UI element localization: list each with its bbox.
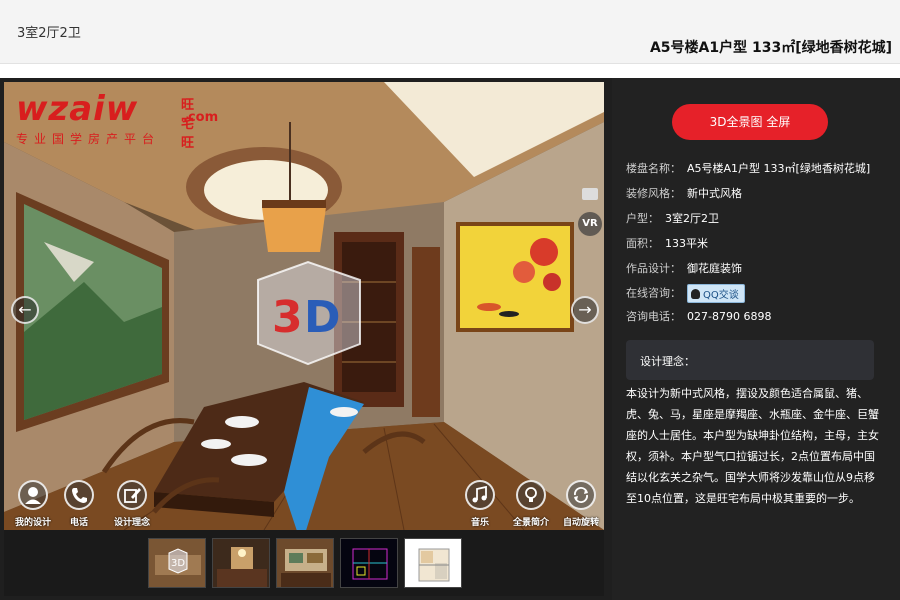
design-concept-button[interactable]: 设计理念 xyxy=(105,480,159,528)
id-card-icon[interactable] xyxy=(582,188,598,200)
qq-chat-button[interactable]: QQ交谈 xyxy=(687,284,745,303)
arrow-right-icon: → xyxy=(578,300,592,319)
panorama-viewer: 3 D wzaiw 旺宅旺 .com 专业国学房产平台 VR ← → 我的设计 … xyxy=(0,78,900,600)
lightbulb-icon xyxy=(516,480,546,510)
panorama-view[interactable]: 3 D wzaiw 旺宅旺 .com 专业国学房产平台 VR ← → 我的设计 … xyxy=(4,82,604,530)
brand-slogan: 专业国学房产平台 xyxy=(16,132,161,146)
svg-text:3: 3 xyxy=(272,292,303,343)
arrow-left-icon: ← xyxy=(18,300,32,319)
info-key: 户型： xyxy=(626,212,659,225)
panorama-intro-label: 全景简介 xyxy=(512,518,549,528)
brand-logo-com: .com xyxy=(183,110,219,125)
phone-label: 电话 xyxy=(69,518,88,528)
top-bar: 3室2厅2卫 A5号楼A1户型 133㎡[绿地香树花城] xyxy=(0,0,900,64)
info-panel: 3D全景图 全屏 楼盘名称： A5号楼A1户型 133㎡[绿地香树花城] 装修风格… xyxy=(612,78,900,600)
info-key: 在线咨询： xyxy=(626,286,681,300)
music-icon xyxy=(465,480,495,510)
design-concept-text: 本设计为新中式风格，摆设及颜色适合属鼠、猪、虎、兔、马，星座是摩羯座、水瓶座、金… xyxy=(626,387,879,505)
info-row-phone: 咨询电话： 027-8790 6898 xyxy=(626,308,771,324)
design-concept-label: 设计理念 xyxy=(113,518,150,528)
info-row-designer: 作品设计： 御花庭装饰 xyxy=(626,260,742,276)
room-tag: 3室2厅2卫 xyxy=(17,26,81,41)
qq-icon xyxy=(691,289,700,299)
info-row-layout: 户型： 3室2厅2卫 xyxy=(626,210,719,226)
fullscreen-button[interactable]: 3D全景图 全屏 xyxy=(672,104,828,140)
info-key: 作品设计： xyxy=(626,262,681,275)
info-row-area: 面积： 133平米 xyxy=(626,235,708,251)
phone-button[interactable]: 电话 xyxy=(52,480,106,528)
next-button[interactable]: → xyxy=(571,296,599,324)
brand-logo: wzaiw 旺宅旺 .com 专业国学房产平台 xyxy=(16,89,218,151)
music-label: 音乐 xyxy=(470,518,489,528)
info-row-style: 装修风格： 新中式风格 xyxy=(626,185,742,201)
info-key: 装修风格： xyxy=(626,187,681,200)
info-value: 027-8790 6898 xyxy=(687,310,772,323)
info-row-project: 楼盘名称： A5号楼A1户型 133㎡[绿地香树花城] xyxy=(626,160,870,176)
panorama-scene[interactable]: 3 D xyxy=(4,82,604,530)
info-value: A5号楼A1户型 133㎡[绿地香树花城] xyxy=(687,162,871,175)
brand-logo-text: wzaiw xyxy=(16,89,139,129)
prev-button[interactable]: ← xyxy=(11,296,39,324)
vr-button[interactable]: VR xyxy=(578,212,602,236)
info-key: 楼盘名称： xyxy=(626,162,681,175)
design-concept-header: 设计理念： xyxy=(626,340,874,380)
thumbnail-item[interactable] xyxy=(276,538,334,588)
thumbnail-item[interactable] xyxy=(404,538,462,588)
thumbnail-item[interactable]: 3D xyxy=(148,538,206,588)
page-title: A5号楼A1户型 133㎡[绿地香树花城] xyxy=(649,40,892,56)
info-value: 3室2厅2卫 xyxy=(665,212,719,225)
thumbnail-item[interactable] xyxy=(340,538,398,588)
qq-chat-label: QQ交谈 xyxy=(703,290,739,301)
info-row-consult: 在线咨询： QQ交谈 xyxy=(626,284,745,303)
info-key: 面积： xyxy=(626,237,659,250)
music-button[interactable]: 音乐 xyxy=(453,480,507,528)
auto-rotate-label: 自动旋转 xyxy=(562,518,599,528)
thumbnail-item[interactable] xyxy=(212,538,270,588)
thumbnail-strip: 3D xyxy=(4,530,604,596)
info-value: 新中式风格 xyxy=(687,187,742,200)
user-icon xyxy=(18,480,48,510)
info-key: 咨询电话： xyxy=(626,310,681,323)
rotate-icon xyxy=(566,480,596,510)
info-value: 133平米 xyxy=(665,237,708,250)
svg-text:D: D xyxy=(304,292,341,343)
phone-icon xyxy=(64,480,94,510)
design-concept-title: 设计理念： xyxy=(640,355,695,368)
auto-rotate-button[interactable]: 自动旋转 xyxy=(554,480,604,528)
edit-icon xyxy=(117,480,147,510)
svg-text:3D: 3D xyxy=(171,558,185,569)
panorama-intro-button[interactable]: 全景简介 xyxy=(504,480,558,528)
info-value: 御花庭装饰 xyxy=(687,262,742,275)
